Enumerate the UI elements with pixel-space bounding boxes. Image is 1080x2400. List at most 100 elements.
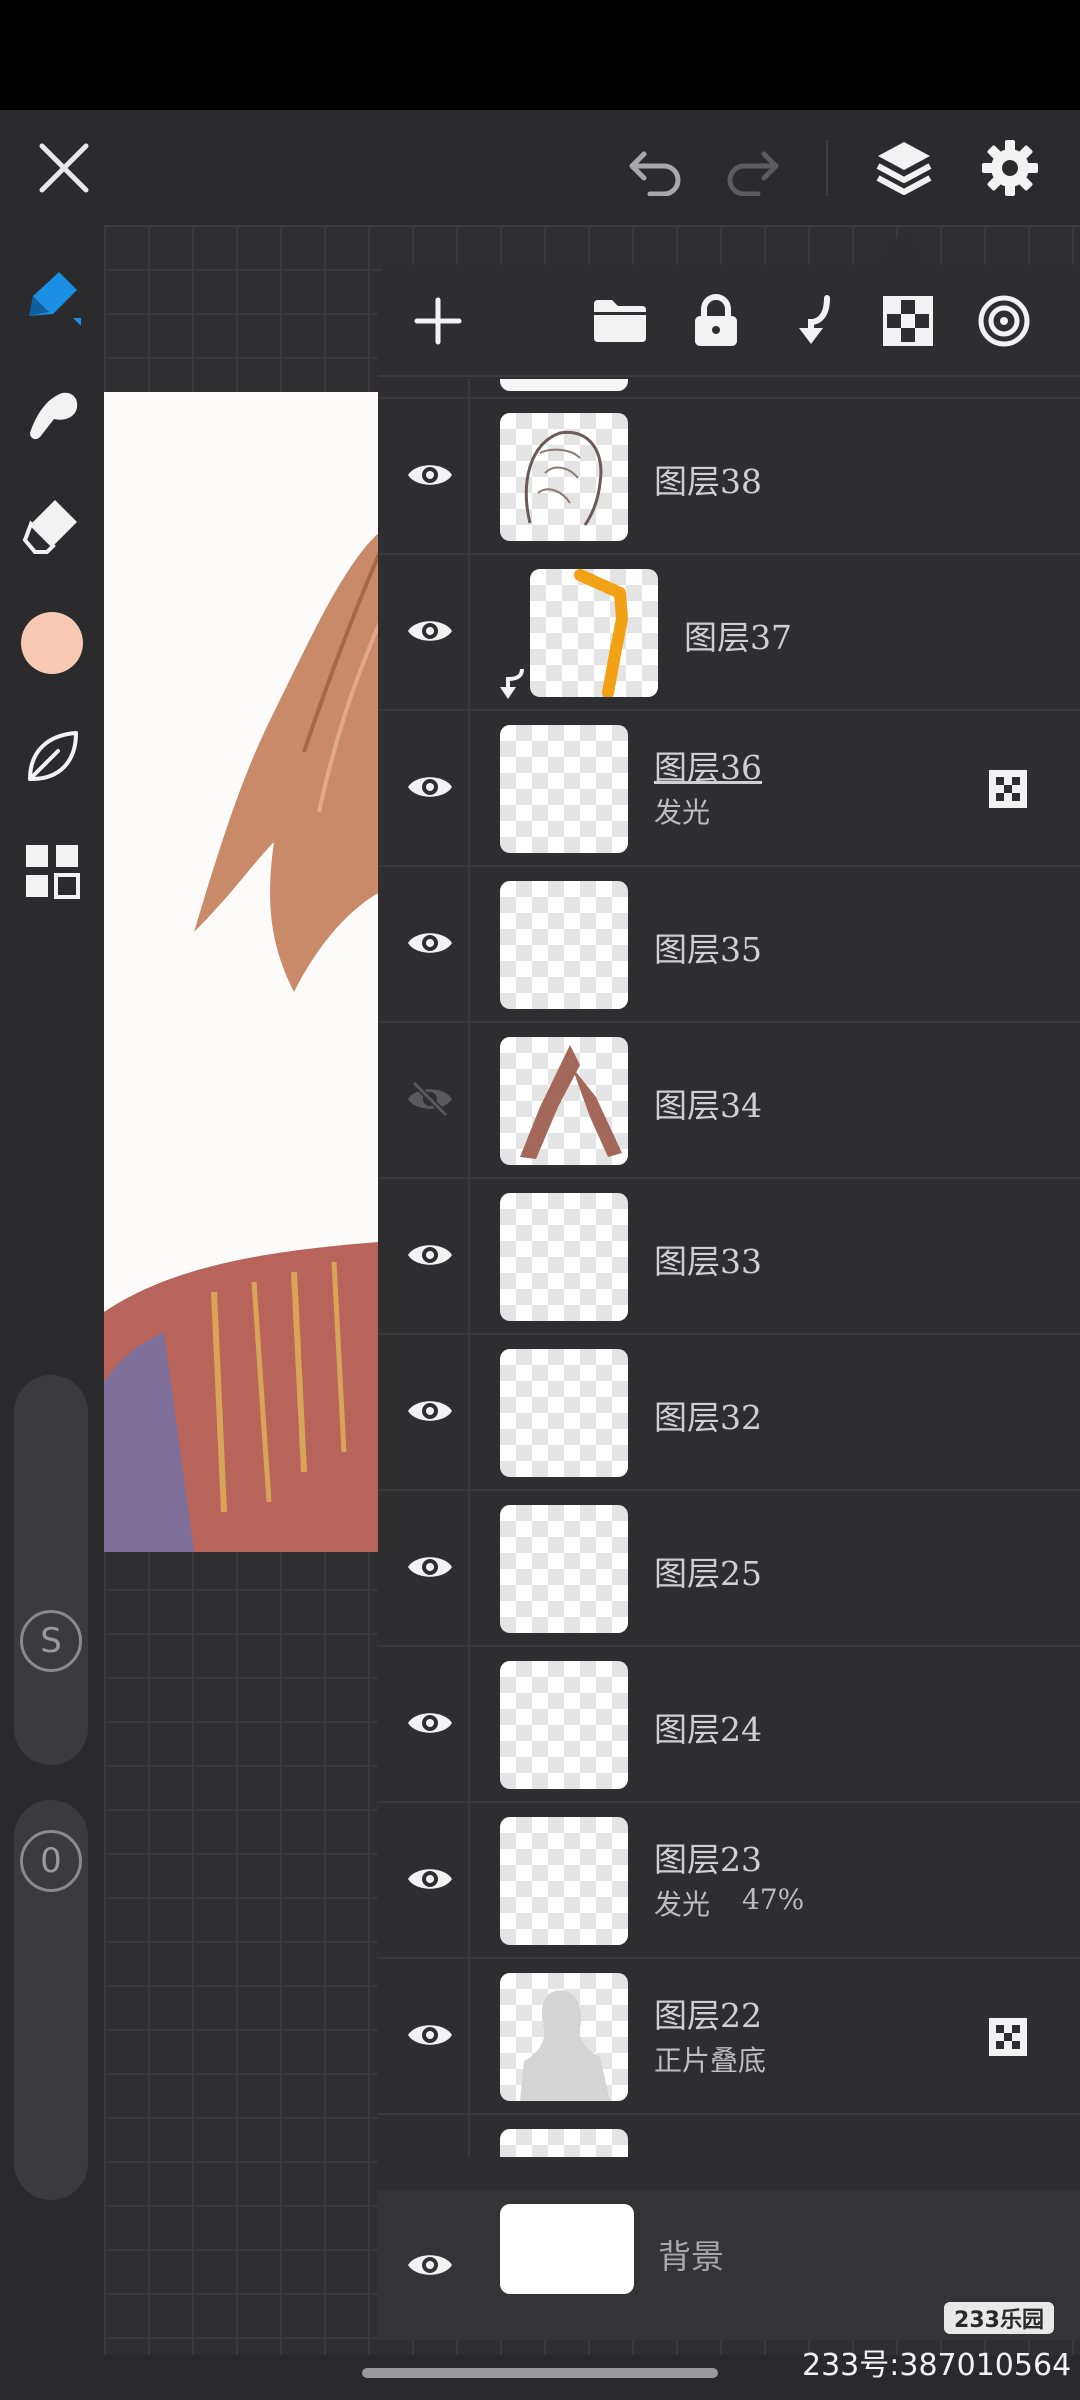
smudge-icon (30, 392, 78, 440)
layer-thumbnail (500, 1661, 628, 1789)
layer-row[interactable]: 图层36 发光 (378, 711, 1080, 867)
layer-name: 图层22 (654, 1996, 762, 2035)
layer-thumbnail (500, 881, 628, 1009)
layer-row[interactable]: 图层24 (378, 1647, 1080, 1803)
eye-hidden-icon (408, 1080, 452, 1118)
layer-thumbnail (500, 1973, 628, 2101)
visibility-toggle[interactable] (398, 443, 462, 507)
layer-name: 背景 (658, 2237, 724, 2276)
undo-button[interactable] (616, 128, 696, 208)
layer-thumbnail (500, 413, 628, 541)
layer-thumbnail (500, 2129, 628, 2157)
layer-name: 图层24 (654, 1710, 762, 1749)
layer-row-partial[interactable] (378, 2115, 1080, 2157)
layer-row[interactable]: 图层25 (378, 1491, 1080, 1647)
brush-opacity-label: 0 (20, 1830, 82, 1892)
brush-size-label: S (20, 1610, 82, 1672)
eye-icon (408, 621, 452, 641)
thumbnail-stroke (574, 569, 628, 697)
lock-icon (695, 294, 737, 346)
watermark-logo: 233乐园 (944, 2302, 1054, 2334)
grid-icon (26, 845, 80, 899)
top-bar (0, 110, 1080, 225)
layer-row-partial (378, 379, 1080, 399)
layer-thumbnail (530, 569, 658, 697)
layer-thumbnail (500, 1349, 628, 1477)
status-bar (0, 0, 1080, 110)
eye-icon (408, 777, 452, 797)
layer-name: 图层33 (654, 1242, 762, 1281)
smudge-tool-button[interactable] (12, 375, 92, 455)
gallery-button[interactable] (12, 831, 92, 911)
close-button[interactable] (24, 128, 104, 208)
color-picker-button[interactable] (12, 603, 92, 683)
eye-icon (408, 1401, 452, 1421)
visibility-toggle[interactable] (398, 1223, 462, 1287)
layer-row[interactable]: 图层32 (378, 1335, 1080, 1491)
layer-thumbnail (500, 1505, 628, 1633)
layer-row[interactable]: 图层22 正片叠底 (378, 1959, 1080, 2115)
lock-layer-button[interactable] (684, 289, 748, 353)
leaf-tool-button[interactable] (12, 717, 92, 797)
redo-icon (727, 151, 779, 196)
visibility-toggle[interactable] (398, 599, 462, 663)
visibility-toggle[interactable] (398, 911, 462, 975)
thumbnail-silhouette (520, 1990, 610, 2101)
layer-name: 图层35 (654, 930, 762, 969)
settings-button[interactable] (970, 128, 1050, 208)
layer-row[interactable]: 图层23 发光 47% (378, 1803, 1080, 1959)
clipping-mask-icon (500, 668, 524, 699)
eye-icon (408, 1245, 452, 1265)
layers-button[interactable] (864, 128, 944, 208)
layer-thumbnail (500, 1193, 628, 1321)
layer-blend-mode: 正片叠底 (654, 2044, 767, 2077)
redo-button[interactable] (712, 128, 792, 208)
layer-row[interactable]: 图层34 (378, 1023, 1080, 1179)
add-layer-button[interactable] (406, 289, 470, 353)
layers-icon (876, 142, 932, 195)
leaf-icon (28, 731, 78, 781)
visibility-toggle[interactable] (398, 2003, 462, 2067)
eye-icon (408, 933, 452, 953)
home-indicator[interactable] (362, 2368, 718, 2378)
new-group-button[interactable] (588, 289, 652, 353)
visibility-toggle[interactable] (398, 755, 462, 819)
eraser-tool-button[interactable] (12, 485, 92, 565)
visibility-toggle[interactable] (398, 1691, 462, 1755)
reference-button[interactable] (972, 289, 1036, 353)
layer-name: 图层23 (654, 1840, 762, 1879)
visibility-toggle[interactable] (398, 1847, 462, 1911)
pencil-icon (29, 272, 81, 326)
layer-name: 图层34 (654, 1086, 762, 1125)
artwork-illustration (104, 532, 380, 1552)
visibility-toggle[interactable] (398, 1379, 462, 1443)
checker-icon (883, 296, 933, 346)
visibility-toggle[interactable] (398, 1067, 462, 1131)
top-bar-divider (826, 140, 828, 196)
pencil-tool-button[interactable] (12, 259, 92, 339)
visibility-toggle[interactable] (398, 2233, 462, 2297)
merge-down-icon (799, 295, 830, 344)
thumbnail-stroke (520, 1045, 622, 1159)
layer-name: 图层25 (654, 1554, 762, 1593)
visibility-toggle[interactable] (398, 1535, 462, 1599)
brush-size-slider[interactable] (14, 1375, 88, 1765)
layer-thumbnail (500, 1037, 628, 1165)
thumbnail-sketch (524, 430, 603, 526)
artwork-canvas[interactable] (104, 392, 380, 1552)
eye-icon (408, 2255, 452, 2275)
layer-row[interactable]: 图层35 (378, 867, 1080, 1023)
layer-row[interactable]: 图层37 (378, 555, 1080, 711)
layer-name: 图层36 (654, 748, 762, 787)
layer-blend-mode: 发光 (654, 1888, 711, 1921)
layer-thumbnail (500, 1817, 628, 1945)
eraser-icon (22, 500, 77, 554)
layer-name: 图层37 (684, 618, 792, 657)
folder-icon (594, 300, 646, 342)
alpha-lock-icon (989, 770, 1027, 808)
undo-icon (629, 151, 681, 196)
layer-row[interactable]: 图层33 (378, 1179, 1080, 1335)
layer-row[interactable]: 图层38 (378, 399, 1080, 555)
alpha-lock-button[interactable] (876, 289, 940, 353)
merge-down-button[interactable] (780, 289, 844, 353)
